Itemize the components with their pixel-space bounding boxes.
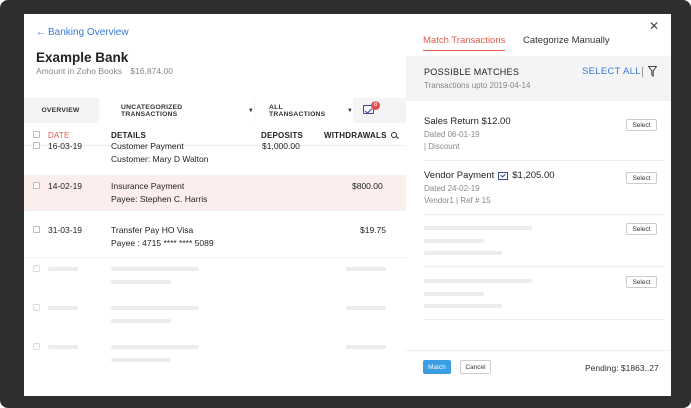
row-detail-secondary: Payee : 4715 **** **** 5089 [111,238,214,248]
select-all-link[interactable]: SELECT ALL [582,66,641,77]
inbox-icon [498,171,509,180]
skeleton-bar [346,306,386,310]
row-withdrawal: $800.00 [352,181,383,191]
cancel-button[interactable]: Cancel [460,360,491,374]
row-date: 14-02-19 [48,181,83,191]
caret-down-icon: ▼ [346,107,353,114]
arrow-left-icon: ← [36,27,46,38]
row-date: 16-03-19 [48,141,83,151]
match-date: Dated 06-01-19 [424,130,480,139]
row-detail-secondary: Payee: Stephen C. Harris [111,194,208,204]
row-deposit: $1,000.00 [262,141,300,151]
skeleton-bar [111,319,171,323]
transactions-pane: ← Banking Overview Example Bank Amount i… [24,14,406,396]
row-detail-primary: Customer Payment [111,141,184,151]
divider [424,319,664,320]
match-title-label: Vendor Payment [424,170,495,181]
match-panel: ✕ Match Transactions Categorize Manually… [406,14,671,396]
match-amount: $1,205.00 [512,170,555,181]
amount-value: $16,874.00 [130,66,173,76]
divider [642,67,643,77]
divider [424,160,664,161]
possible-matches-subtitle: Transactions upto 2019-04-14 [424,81,531,90]
row-detail-primary: Transfer Pay HO Visa [111,225,194,235]
select-button[interactable]: Select [626,276,657,288]
match-button[interactable]: Match [423,360,451,374]
skeleton-bar [111,280,171,284]
row-checkbox [33,343,40,350]
filter-bar: OVERVIEW UNCATEGORIZED TRANSACTIONS ▼ AL… [24,98,406,123]
placeholder-row [24,340,406,378]
skeleton-bar [424,251,502,255]
all-transactions-dropdown[interactable]: ALL TRANSACTIONS ▼ [255,98,353,123]
uncategorized-label: UNCATEGORIZED TRANSACTIONS [121,103,183,118]
possible-matches-title: POSSIBLE MATCHES [424,67,520,77]
all-transactions-label: ALL TRANSACTIONS [269,103,326,118]
match-meta: | Discount [424,142,460,151]
skeleton-bar [48,345,78,349]
divider [424,214,664,215]
bank-name: Example Bank [36,50,129,65]
match-meta: Vendor1 | Ref # 15 [424,196,491,205]
select-button[interactable]: Select [626,119,657,131]
skeleton-bar [346,267,386,271]
skeleton-bar [48,306,78,310]
divider [424,266,664,267]
tab-overview-label: OVERVIEW [41,107,80,114]
row-checkbox[interactable] [33,182,40,189]
skeleton-bar [111,306,199,310]
row-checkbox[interactable] [33,142,40,149]
placeholder-row [24,262,406,300]
skeleton-bar [111,345,199,349]
back-link[interactable]: ← Banking Overview [36,27,129,38]
row-detail-secondary: Customer: Mary D Walton [111,154,209,164]
skeleton-bar [346,345,386,349]
caret-down-icon: ▼ [247,107,254,114]
tab-overview[interactable]: OVERVIEW [24,98,97,123]
skeleton-bar [111,267,199,271]
notification-badge: 8 [371,101,380,110]
row-checkbox[interactable] [33,226,40,233]
match-date: Dated 24-02-19 [424,184,480,193]
row-date: 31-03-19 [48,225,83,235]
placeholder-row [24,301,406,339]
tab-match-transactions[interactable]: Match Transactions [423,35,506,51]
row-withdrawal: $19.75 [360,225,386,235]
skeleton-bar [424,239,484,243]
table-row[interactable]: 31-03-19 Transfer Pay HO Visa Payee : 47… [24,220,406,258]
skeleton-bar [48,267,78,271]
row-detail-primary: Insurance Payment [111,181,185,191]
row-checkbox [33,265,40,272]
table-row-selected[interactable]: 14-02-19 Insurance Payment Payee: Stephe… [24,176,406,211]
skeleton-bar [424,304,502,308]
row-checkbox [33,304,40,311]
possible-matches-header: POSSIBLE MATCHES Transactions upto 2019-… [406,56,671,101]
select-button[interactable]: Select [626,223,657,235]
close-icon[interactable]: ✕ [649,19,659,33]
select-button[interactable]: Select [626,172,657,184]
amount-label: Amount in Zoho Books [36,66,122,76]
pending-amount: Pending: $1863..27 [585,363,659,373]
uncategorized-dropdown[interactable]: UNCATEGORIZED TRANSACTIONS ▼ [99,98,254,123]
footer-divider [406,350,671,351]
tab-categorize-manually[interactable]: Categorize Manually [523,35,610,50]
table-row[interactable]: 16-03-19 Customer Payment Customer: Mary… [24,136,406,176]
filter-icon[interactable] [648,66,657,77]
skeleton-bar [424,292,484,296]
skeleton-bar [424,279,532,283]
amount-line: Amount in Zoho Books $16,874.00 [36,66,179,76]
back-link-label: Banking Overview [48,27,129,38]
skeleton-bar [111,358,171,362]
skeleton-bar [424,226,532,230]
